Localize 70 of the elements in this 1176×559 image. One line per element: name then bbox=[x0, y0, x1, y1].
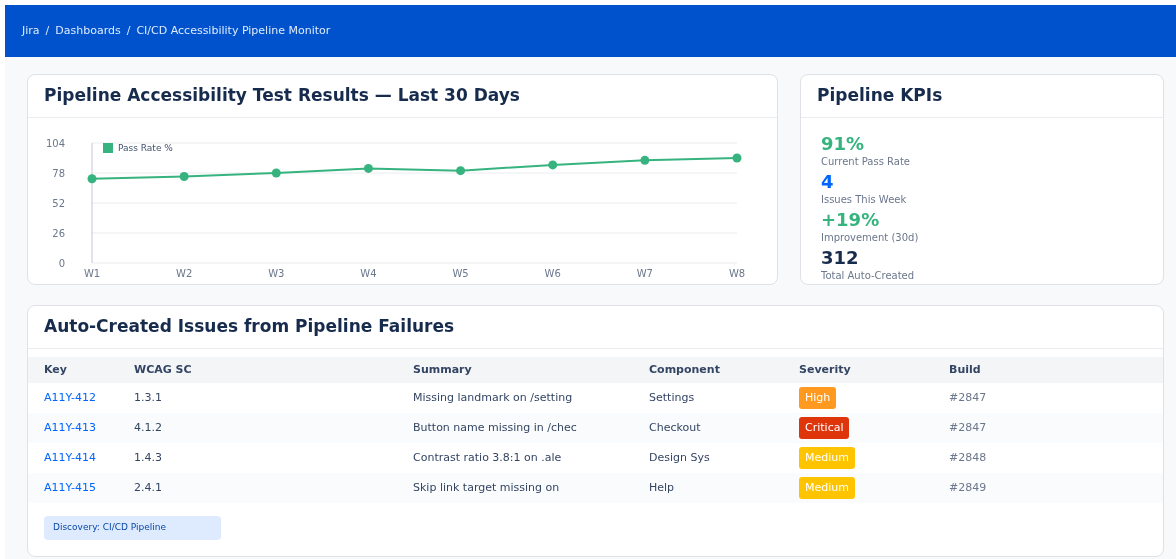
table-cell: Checkout bbox=[649, 420, 701, 434]
table-cell: Design Sys bbox=[649, 450, 710, 464]
severity-badge: Critical bbox=[799, 416, 850, 440]
kpi-label: Total Auto-Created bbox=[821, 269, 916, 282]
table-cell: Missing landmark on /setting bbox=[413, 390, 573, 404]
x-tick-label: W1 bbox=[83, 268, 101, 279]
column-header: Key bbox=[44, 362, 67, 376]
breadcrumb-link[interactable]: CI/CD Accessibility Pipeline Monitor bbox=[136, 22, 331, 40]
issue-key-link[interactable]: A11Y-412 bbox=[44, 390, 96, 404]
y-tick-label: 0 bbox=[58, 258, 65, 269]
breadcrumb-separator: / bbox=[45, 22, 50, 39]
table-cell: #2847 bbox=[949, 390, 987, 404]
kpi-label: Improvement (30d) bbox=[821, 231, 920, 244]
card-title: Auto-Created Issues from Pipeline Failures bbox=[44, 315, 455, 339]
breadcrumb-link[interactable]: Jira bbox=[22, 22, 40, 40]
table-cell: #2848 bbox=[949, 450, 987, 464]
issue-key-link[interactable]: A11Y-415 bbox=[44, 480, 96, 494]
x-tick-label: W5 bbox=[452, 268, 469, 279]
severity-badge: High bbox=[799, 386, 837, 410]
issue-key-link[interactable]: A11Y-413 bbox=[44, 420, 96, 434]
kpi-value: 4 bbox=[821, 171, 835, 193]
table-cell: Button name missing in /chec bbox=[413, 420, 577, 434]
data-point bbox=[363, 163, 373, 173]
data-point bbox=[87, 174, 97, 184]
table-cell: 1.3.1 bbox=[134, 390, 162, 404]
column-header: Summary bbox=[413, 362, 472, 376]
issue-key-link[interactable]: A11Y-414 bbox=[44, 450, 96, 464]
legend-swatch bbox=[103, 143, 113, 153]
x-tick-label: W6 bbox=[544, 268, 561, 279]
column-header: Severity bbox=[799, 362, 851, 376]
column-header: WCAG SC bbox=[134, 362, 192, 376]
data-point bbox=[271, 168, 281, 178]
x-tick-label: W7 bbox=[636, 268, 653, 279]
x-tick-label: W2 bbox=[176, 268, 193, 279]
discovery-tag: Discovery: CI/CD Pipeline bbox=[44, 516, 221, 540]
kpi-label: Issues This Week bbox=[821, 193, 908, 206]
table-cell: 2.4.1 bbox=[134, 480, 162, 494]
kpi-value: 312 bbox=[821, 247, 860, 269]
kpi-label: Current Pass Rate bbox=[821, 155, 911, 168]
x-tick-label: W3 bbox=[268, 268, 285, 279]
column-header: Build bbox=[949, 362, 981, 376]
table-cell: Settings bbox=[649, 390, 695, 404]
card-title: Pipeline Accessibility Test Results — Last 30 Days bbox=[44, 84, 520, 108]
legend-label: Pass Rate % bbox=[118, 143, 173, 153]
table-cell: 4.1.2 bbox=[134, 420, 162, 434]
table-cell: #2847 bbox=[949, 420, 987, 434]
x-tick-label: W8 bbox=[728, 268, 746, 279]
column-header: Component bbox=[649, 362, 720, 376]
y-tick-label: 52 bbox=[52, 198, 65, 209]
severity-badge: Medium bbox=[799, 476, 855, 500]
severity-badge: Medium bbox=[799, 446, 855, 470]
table-cell: 1.4.3 bbox=[134, 450, 162, 464]
breadcrumb-separator: / bbox=[126, 22, 131, 39]
data-point bbox=[179, 171, 189, 181]
y-tick-label: 26 bbox=[52, 228, 65, 239]
data-point bbox=[640, 155, 650, 165]
table-cell: Contrast ratio 3.8:1 on .ale bbox=[413, 450, 562, 464]
data-point bbox=[456, 166, 466, 176]
table-cell: #2849 bbox=[949, 480, 987, 494]
x-tick-label: W4 bbox=[360, 268, 377, 279]
kpi-value: 91% bbox=[821, 133, 866, 155]
card-title: Pipeline KPIs bbox=[817, 84, 943, 108]
table-cell: Skip link target missing on bbox=[413, 480, 560, 494]
kpi-value: +19% bbox=[821, 209, 881, 231]
data-point bbox=[732, 153, 742, 163]
data-point bbox=[548, 160, 558, 170]
table-cell: Help bbox=[649, 480, 675, 494]
y-tick-label: 78 bbox=[52, 168, 65, 179]
y-tick-label: 104 bbox=[45, 138, 65, 149]
breadcrumb-link[interactable]: Dashboards bbox=[55, 22, 121, 40]
